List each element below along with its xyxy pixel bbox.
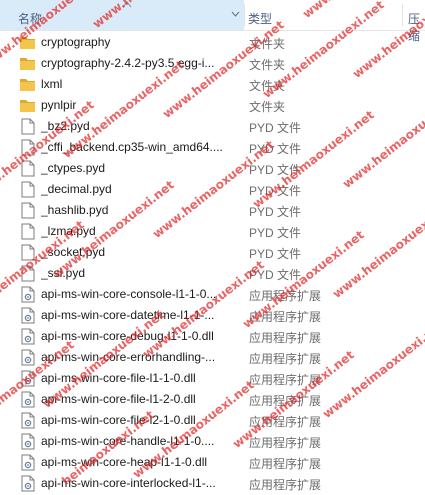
- file-row[interactable]: _socket.pyd PYD 文件: [0, 242, 425, 263]
- file-row[interactable]: _hashlib.pyd PYD 文件: [0, 200, 425, 221]
- column-header-name-label: 名称: [18, 12, 43, 26]
- file-type: 应用程序扩展: [249, 373, 322, 387]
- file-icon: [19, 160, 36, 177]
- column-header-type[interactable]: 类型: [248, 10, 272, 27]
- file-name: api-ms-win-core-debug-l1-1-0.dll: [41, 329, 214, 343]
- file-type: 应用程序扩展: [249, 289, 322, 303]
- file-icon: [19, 139, 36, 156]
- file-type: 应用程序扩展: [249, 331, 322, 345]
- file-name: api-ms-win-core-file-l1-2-0.dll: [41, 392, 196, 406]
- column-divider[interactable]: [402, 4, 403, 26]
- file-row[interactable]: api-ms-win-core-file-l2-1-0.dll 应用程序扩展: [0, 410, 425, 431]
- dll-icon: [19, 286, 36, 303]
- dll-icon: [19, 349, 36, 366]
- file-icon: [19, 118, 36, 135]
- file-type: 文件夹: [249, 100, 286, 114]
- file-type: 应用程序扩展: [249, 310, 322, 324]
- file-type: 文件夹: [249, 58, 286, 72]
- file-type: PYD 文件: [249, 121, 302, 135]
- dll-icon: [19, 412, 36, 429]
- file-row[interactable]: api-ms-win-core-file-l1-1-0.dll 应用程序扩展: [0, 368, 425, 389]
- file-list: cryptography 文件夹 cryptography-2.4.2-py3.5.…: [0, 32, 425, 494]
- file-name: api-ms-win-core-heap-l1-1-0.dll: [41, 455, 208, 469]
- file-row[interactable]: _ssl.pyd PYD 文件: [0, 263, 425, 284]
- file-type: PYD 文件: [249, 184, 302, 198]
- file-row[interactable]: lxml 文件夹: [0, 74, 425, 95]
- file-type: PYD 文件: [249, 247, 302, 261]
- file-row[interactable]: api-ms-win-core-handle-l1-1-0.... 应用程序扩展: [0, 431, 425, 452]
- folder-icon: [19, 55, 36, 72]
- file-type: 文件夹: [249, 37, 286, 51]
- column-header-name[interactable]: 名称: [0, 0, 244, 30]
- file-name: cryptography-2.4.2-py3.5.egg-i...: [41, 56, 215, 70]
- file-name: api-ms-win-core-file-l2-1-0.dll: [41, 413, 196, 427]
- file-type: PYD 文件: [249, 268, 302, 282]
- file-type: PYD 文件: [249, 142, 302, 156]
- file-row[interactable]: api-ms-win-core-errorhandling-... 应用程序扩展: [0, 347, 425, 368]
- file-type: PYD 文件: [249, 226, 302, 240]
- file-row[interactable]: cryptography-2.4.2-py3.5.egg-i... 文件夹: [0, 53, 425, 74]
- file-name: _decimal.pyd: [41, 182, 112, 196]
- sort-ascending-icon: [122, 1, 132, 8]
- file-row[interactable]: cryptography 文件夹: [0, 32, 425, 53]
- file-name: api-ms-win-core-datetime-l1-1-...: [41, 308, 215, 322]
- file-name: api-ms-win-core-console-l1-1-0...: [41, 287, 217, 301]
- dll-icon: [19, 433, 36, 450]
- file-type: 文件夹: [249, 79, 286, 93]
- file-row[interactable]: api-ms-win-core-datetime-l1-1-... 应用程序扩展: [0, 305, 425, 326]
- folder-icon: [19, 34, 36, 51]
- file-name: api-ms-win-core-file-l1-1-0.dll: [41, 371, 196, 385]
- file-type: 应用程序扩展: [249, 478, 322, 492]
- file-row[interactable]: pynlpir 文件夹: [0, 95, 425, 116]
- file-row[interactable]: api-ms-win-core-console-l1-1-0... 应用程序扩展: [0, 284, 425, 305]
- file-icon: [19, 265, 36, 282]
- file-type: PYD 文件: [249, 163, 302, 177]
- file-row[interactable]: _ctypes.pyd PYD 文件: [0, 158, 425, 179]
- file-row[interactable]: api-ms-win-core-heap-l1-1-0.dll 应用程序扩展: [0, 452, 425, 473]
- file-row[interactable]: _bz2.pyd PYD 文件: [0, 116, 425, 137]
- file-row[interactable]: _decimal.pyd PYD 文件: [0, 179, 425, 200]
- file-name: _ssl.pyd: [41, 266, 86, 280]
- file-name: api-ms-win-core-errorhandling-...: [41, 350, 216, 364]
- dll-icon: [19, 454, 36, 471]
- file-name: _ctypes.pyd: [41, 161, 106, 175]
- folder-icon: [19, 97, 36, 114]
- file-type: 应用程序扩展: [249, 352, 322, 366]
- dll-icon: [19, 370, 36, 387]
- file-name: _hashlib.pyd: [41, 203, 109, 217]
- file-type: 应用程序扩展: [249, 415, 322, 429]
- file-icon: [19, 202, 36, 219]
- file-icon: [19, 244, 36, 261]
- file-row[interactable]: _cffi_backend.cp35-win_amd64.... PYD 文件: [0, 137, 425, 158]
- file-name: api-ms-win-core-interlocked-l1-...: [41, 476, 216, 490]
- file-type: 应用程序扩展: [249, 457, 322, 471]
- file-icon: [19, 181, 36, 198]
- chevron-down-icon[interactable]: [231, 11, 240, 17]
- file-name: _socket.pyd: [41, 245, 106, 259]
- file-name: _cffi_backend.cp35-win_amd64....: [41, 140, 223, 154]
- column-divider[interactable]: [244, 4, 245, 26]
- dll-icon: [19, 328, 36, 345]
- dll-icon: [19, 307, 36, 324]
- file-type: PYD 文件: [249, 205, 302, 219]
- file-row[interactable]: api-ms-win-core-debug-l1-1-0.dll 应用程序扩展: [0, 326, 425, 347]
- file-name: api-ms-win-core-handle-l1-1-0....: [41, 434, 215, 448]
- file-type: 应用程序扩展: [249, 394, 322, 408]
- column-header-bar: 名称 类型 压缩: [0, 0, 425, 43]
- file-name: lxml: [41, 77, 63, 91]
- file-name: pynlpir: [41, 98, 77, 112]
- file-name: cryptography: [41, 35, 111, 49]
- file-name: _lzma.pyd: [41, 224, 96, 238]
- file-row[interactable]: api-ms-win-core-file-l1-2-0.dll 应用程序扩展: [0, 389, 425, 410]
- dll-icon: [19, 391, 36, 408]
- file-name: _bz2.pyd: [41, 119, 90, 133]
- file-type: 应用程序扩展: [249, 436, 322, 450]
- file-icon: [19, 223, 36, 240]
- file-row[interactable]: _lzma.pyd PYD 文件: [0, 221, 425, 242]
- folder-icon: [19, 76, 36, 93]
